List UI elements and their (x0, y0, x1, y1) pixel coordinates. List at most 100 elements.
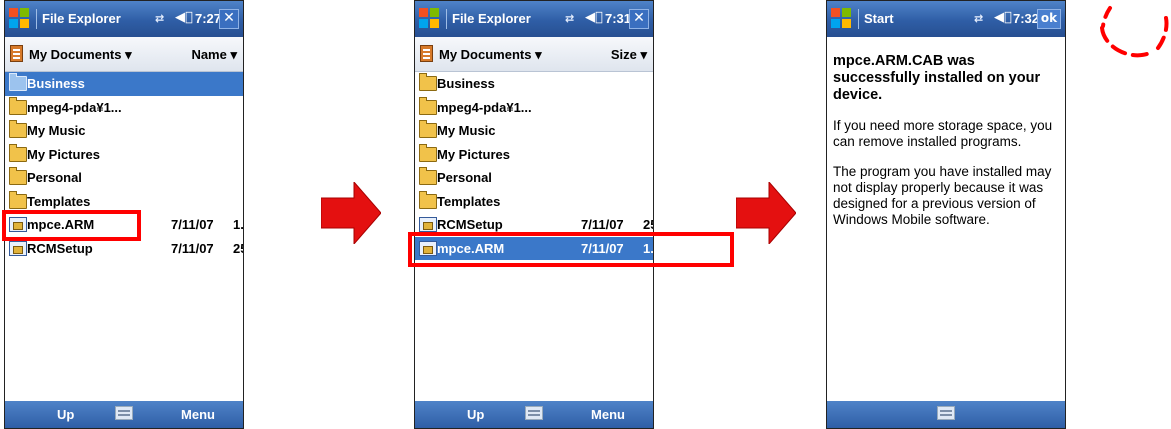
folder-icon (9, 143, 27, 162)
app-title: Start (864, 11, 894, 26)
item-name: My Music (27, 123, 86, 138)
up-softkey[interactable]: Up (57, 407, 74, 422)
highlight-box-mpce-arm-2 (408, 232, 734, 267)
folder-dropdown-label: My Documents (439, 47, 532, 62)
clock[interactable]: 7:31 (605, 11, 631, 26)
message-paragraph-1: If you need more storage space, you can … (833, 118, 1053, 149)
connectivity-icon[interactable]: ⇄ (974, 12, 983, 25)
list-item[interactable]: Personal (415, 166, 653, 190)
item-name: My Music (437, 123, 496, 138)
folder-icon (9, 190, 27, 209)
item-name: My Pictures (437, 146, 510, 162)
list-item[interactable]: Templates (415, 190, 653, 214)
clock[interactable]: 7:32 (1013, 11, 1039, 26)
list-item[interactable]: My Music (415, 119, 653, 143)
volume-icon[interactable]: ◀ﾞ (175, 10, 193, 25)
close-icon[interactable]: ✕ (629, 9, 649, 29)
list-item[interactable]: My Music (5, 119, 243, 143)
windows-start-icon[interactable] (419, 8, 441, 30)
item-name: Business (437, 76, 495, 91)
volume-icon[interactable]: ◀ﾞ (585, 10, 603, 25)
close-icon[interactable]: ✕ (219, 9, 239, 29)
screen-file-explorer-2: File Explorer ⇄ ◀ﾞ 7:31 ✕ My Documents ▾… (414, 0, 654, 429)
my-documents-icon (10, 45, 23, 62)
item-date: 7/11/07 (581, 217, 624, 232)
softkey-bar: Up Menu (5, 401, 243, 428)
folder-icon (9, 167, 27, 185)
app-title: File Explorer (42, 11, 121, 26)
folder-icon (419, 120, 437, 138)
my-documents-icon (420, 45, 433, 62)
sort-dropdown-label: Size (610, 47, 637, 62)
item-date: 7/11/07 (171, 217, 214, 232)
item-name: Personal (27, 170, 82, 185)
screen-install-complete: Start ⇄ ◀ﾞ 7:32 ok mpce.ARM.CAB was succ… (826, 0, 1066, 429)
list-item[interactable]: Personal (5, 166, 243, 190)
folder-toolbar: My Documents ▾ Name ▾ (5, 37, 243, 72)
app-title: File Explorer (452, 11, 531, 26)
item-date: 7/11/07 (171, 240, 214, 256)
windows-start-icon[interactable] (831, 8, 853, 30)
message-heading: mpce.ARM.CAB was successfully installed … (833, 53, 1041, 103)
item-name: RCMSetup (27, 240, 93, 256)
sort-dropdown-label: Name (191, 47, 227, 62)
sort-dropdown[interactable]: Size ▾ (611, 47, 647, 63)
folder-dropdown[interactable]: My Documents ▾ (439, 47, 542, 63)
folder-icon (419, 190, 437, 209)
folder-dropdown[interactable]: My Documents ▾ (29, 47, 132, 63)
volume-icon[interactable]: ◀ﾞ (994, 10, 1012, 25)
folder-icon (419, 96, 437, 115)
softkey-bar (827, 401, 1065, 428)
item-name: mpeg4-pda¥1... (437, 99, 532, 115)
list-item[interactable]: mpeg4-pda¥1... (5, 96, 243, 120)
title-bar: File Explorer ⇄ ◀ﾞ 7:31 ✕ (415, 1, 653, 37)
item-name: mpeg4-pda¥1... (27, 99, 122, 115)
item-name: My Pictures (27, 146, 100, 162)
arrow-right-icon (736, 182, 796, 244)
sort-dropdown[interactable]: Name ▾ (191, 47, 237, 63)
list-item[interactable]: My Pictures (5, 143, 243, 167)
item-name: Templates (27, 193, 91, 209)
menu-softkey[interactable]: Menu (591, 407, 625, 422)
dashed-circle-ok-highlight (1100, 6, 1169, 58)
ok-button[interactable]: ok (1037, 9, 1061, 29)
folder-icon (9, 73, 27, 91)
list-item[interactable]: mpeg4-pda¥1... (415, 96, 653, 120)
cab-file-icon (419, 217, 437, 232)
keyboard-icon[interactable] (937, 406, 955, 420)
title-bar: File Explorer ⇄ ◀ﾞ 7:27 ✕ (5, 1, 243, 37)
folder-icon (419, 73, 437, 91)
clock[interactable]: 7:27 (195, 11, 221, 26)
list-item[interactable]: Business (415, 72, 653, 96)
highlight-box-mpce-arm-1 (2, 210, 141, 241)
title-separator (446, 9, 447, 29)
cab-file-icon (9, 240, 27, 256)
up-softkey[interactable]: Up (467, 407, 484, 422)
message-paragraph-2: The program you have installed may not d… (833, 164, 1052, 227)
item-size: 259K (643, 217, 653, 232)
folder-icon (419, 143, 437, 162)
list-item[interactable]: My Pictures (415, 143, 653, 167)
keyboard-icon[interactable] (115, 406, 133, 420)
folder-dropdown-label: My Documents (29, 47, 122, 62)
softkey-bar: Up Menu (415, 401, 653, 428)
connectivity-icon[interactable]: ⇄ (565, 12, 574, 25)
folder-icon (9, 96, 27, 115)
item-size: 259K (233, 240, 243, 256)
arrow-right-icon (321, 182, 381, 244)
connectivity-icon[interactable]: ⇄ (155, 12, 164, 25)
list-item[interactable]: Business (5, 72, 243, 96)
install-message: mpce.ARM.CAB was successfully installed … (833, 53, 1059, 242)
folder-icon (9, 120, 27, 138)
item-name: Personal (437, 170, 492, 185)
windows-start-icon[interactable] (9, 8, 31, 30)
title-separator (36, 9, 37, 29)
item-name: Templates (437, 193, 501, 209)
menu-softkey[interactable]: Menu (181, 407, 215, 422)
item-name: RCMSetup (437, 217, 503, 232)
item-size: 1.56M (233, 217, 244, 232)
folder-toolbar: My Documents ▾ Size ▾ (415, 37, 653, 72)
title-bar: Start ⇄ ◀ﾞ 7:32 ok (827, 1, 1065, 37)
item-name: Business (27, 76, 85, 91)
keyboard-icon[interactable] (525, 406, 543, 420)
